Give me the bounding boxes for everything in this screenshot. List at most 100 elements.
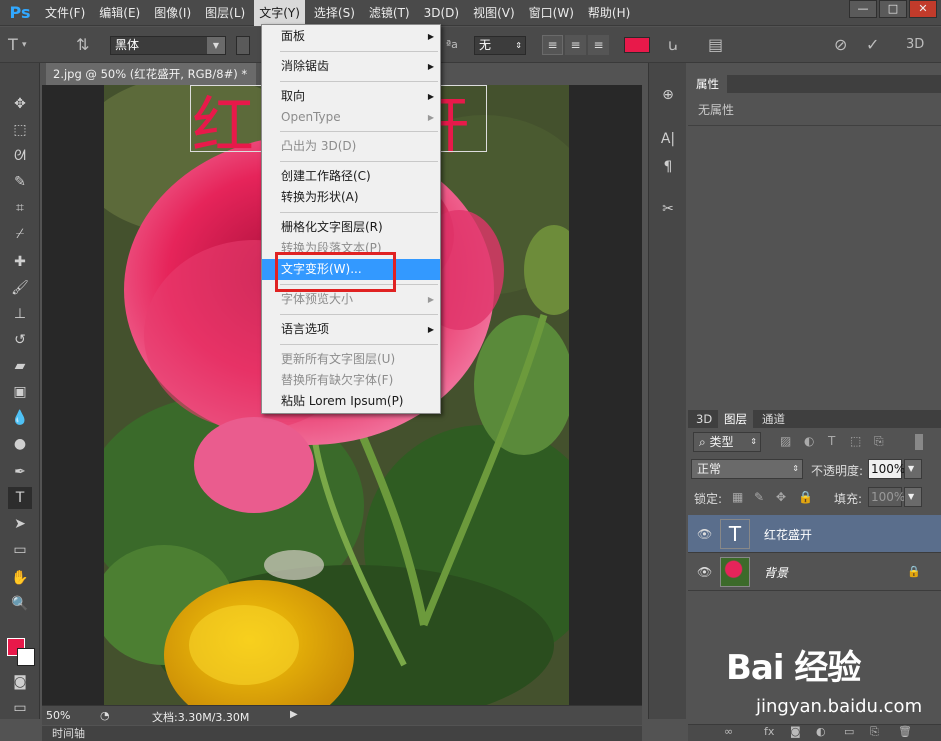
clone-stamp-tool-icon[interactable]: ⊥ [8,303,32,325]
close-button[interactable]: ✕ [909,0,937,18]
menu-help[interactable]: 帮助(H) [583,0,635,26]
chevron-down-icon[interactable]: ▾ [22,27,27,63]
align-center-button[interactable]: ≡ [565,35,586,55]
marquee-tool-icon[interactable]: ⬚ [8,119,32,141]
text-color-swatch[interactable] [624,37,650,53]
background-color-swatch[interactable] [17,648,35,666]
lock-position-icon[interactable]: ✥ [776,490,786,504]
warp-text-icon[interactable]: ꭎ [668,27,678,63]
filter-smart-icon[interactable]: ⎘ [874,434,884,449]
link-layers-icon[interactable]: ∞ [724,725,733,738]
font-style-select[interactable] [236,36,250,55]
healing-brush-tool-icon[interactable]: ✚ [8,251,32,273]
menu-item-convert-to-shape[interactable]: 转换为形状(A) [262,187,440,208]
tab-3d[interactable]: 3D [690,410,718,428]
opacity-input[interactable]: 100% [868,459,905,479]
layer-row[interactable]: 👁 背景 🔒 [688,553,941,591]
menu-type[interactable]: 文字(Y) [254,0,305,26]
chevron-down-icon[interactable]: ▼ [904,487,922,507]
font-family-select[interactable]: 黑体 ▼ [110,36,226,55]
filter-pixel-icon[interactable]: ▨ [780,434,791,448]
dodge-tool-icon[interactable]: ● [8,433,32,455]
new-layer-icon[interactable]: ⎘ [870,725,879,739]
menu-item-create-work-path[interactable]: 创建工作路径(C) [262,166,440,187]
delete-layer-icon[interactable]: 🗑 [898,725,912,738]
menu-item-orientation[interactable]: 取向 ▶ [262,86,440,107]
commit-icon[interactable]: ✓ [866,27,879,63]
layer-name[interactable]: 红花盛开 [764,526,812,543]
menu-filter[interactable]: 滤镜(T) [364,0,415,26]
text-orientation-icon[interactable]: ⇅ [76,27,89,63]
document-tab[interactable]: 2.jpg @ 50% (红花盛开, RGB/8#) * × [46,63,256,103]
cancel-icon[interactable]: ⊘ [834,27,847,63]
menu-file[interactable]: 文件(F) [40,0,90,26]
filter-adjust-icon[interactable]: ◐ [804,434,814,448]
character-panel-icon[interactable]: ▤ [708,27,723,63]
tab-layers[interactable]: 图层 [718,410,753,428]
fill-input[interactable]: 100% [868,487,905,507]
filter-shape-icon[interactable]: ⬚ [850,434,861,448]
move-tool-icon[interactable]: ✥ [8,93,32,115]
blend-mode-select[interactable]: 正常 ⇕ [691,459,803,479]
minimize-button[interactable]: — [849,0,877,18]
layer-filter-select[interactable]: ⌕ 类型 ⇕ [693,432,761,452]
path-select-tool-icon[interactable]: ➤ [8,513,32,535]
menu-select[interactable]: 选择(S) [309,0,360,26]
eraser-tool-icon[interactable]: ▰ [8,355,32,377]
menu-item-language-options[interactable]: 语言选项 ▶ [262,319,440,340]
status-menu-arrow-icon[interactable]: ▶ [290,709,298,720]
menu-view[interactable]: 视图(V) [468,0,520,26]
paragraph-panel-icon[interactable]: ¶ [655,155,681,179]
timeline-panel-tab[interactable]: 时间轴 [42,726,642,741]
visibility-eye-icon[interactable]: 👁 [697,565,712,579]
hand-tool-icon[interactable]: ✋ [8,567,32,589]
menu-item-antialias[interactable]: 消除锯齿 ▶ [262,56,440,77]
type-tool-preset-icon[interactable]: T [8,27,18,63]
zoom-tool-icon[interactable]: 🔍 [8,593,32,615]
menu-window[interactable]: 窗口(W) [524,0,579,26]
menu-layer[interactable]: 图层(L) [200,0,250,26]
new-group-icon[interactable]: ▭ [844,725,854,738]
gradient-tool-icon[interactable]: ▣ [8,381,32,403]
lock-all-icon[interactable]: 🔒 [798,490,813,504]
lock-pixels-icon[interactable]: ✎ [754,490,764,504]
layer-mask-icon[interactable]: ◙ [790,725,801,738]
menu-image[interactable]: 图像(I) [149,0,196,26]
menu-3d[interactable]: 3D(D) [419,0,464,26]
menu-item-paste-lorem-ipsum[interactable]: 粘贴 Lorem Ipsum(P) [262,391,440,412]
menu-item-panels[interactable]: 面板 ▶ [262,26,440,47]
3d-button[interactable]: 3D [906,27,924,63]
adjustment-layer-icon[interactable]: ◐ [816,725,826,738]
menu-item-rasterize-type[interactable]: 栅格化文字图层(R) [262,217,440,238]
menu-edit[interactable]: 编辑(E) [94,0,145,26]
blur-tool-icon[interactable]: 💧 [8,407,32,429]
maximize-button[interactable]: □ [879,0,907,18]
layer-row[interactable]: 👁 T 红花盛开 [688,515,941,553]
lock-transparent-icon[interactable]: ▦ [732,490,743,504]
eyedropper-tool-icon[interactable]: ⌿ [8,223,32,245]
tab-properties[interactable]: 属性 [688,75,727,93]
lasso-tool-icon[interactable]: ᘛ [8,145,32,167]
pen-tool-icon[interactable]: ✒ [8,461,32,483]
screen-mode-icon[interactable]: ▭ [8,697,32,719]
type-tool-icon[interactable]: T [8,487,32,509]
crop-tool-icon[interactable]: ⌗ [8,197,32,219]
chevron-down-icon[interactable]: ▼ [904,459,922,479]
filter-type-icon[interactable]: T [828,434,835,448]
tool-presets-icon[interactable]: ✂ [655,197,681,221]
visibility-eye-icon[interactable]: 👁 [697,527,712,541]
filter-toggle[interactable] [915,434,923,450]
layer-style-icon[interactable]: fx [764,725,774,738]
layer-name[interactable]: 背景 [764,564,788,581]
align-left-button[interactable]: ≡ [542,35,563,55]
chevron-down-icon[interactable]: ▼ [207,37,225,54]
history-brush-tool-icon[interactable]: ↺ [8,329,32,351]
rectangle-tool-icon[interactable]: ▭ [8,539,32,561]
quick-select-tool-icon[interactable]: ✎ [8,171,32,193]
brush-tool-icon[interactable]: 🖌 [8,277,32,299]
antialias-select[interactable]: 无 ⇕ [474,36,526,55]
align-right-button[interactable]: ≡ [588,35,609,55]
history-panel-icon[interactable]: ⊕ [655,83,681,107]
quick-mask-icon[interactable]: ◙ [8,671,32,693]
zoom-level[interactable]: 50% [46,709,70,722]
